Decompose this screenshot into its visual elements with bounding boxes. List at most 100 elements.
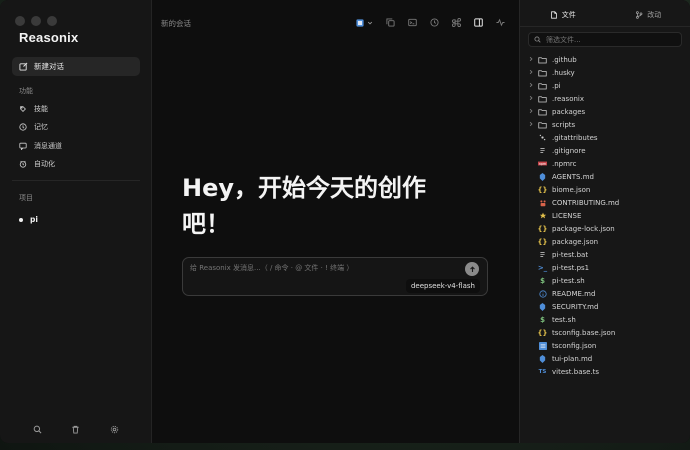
file-row[interactable]: AGENTS.md: [528, 170, 688, 183]
chevron-right-icon[interactable]: [528, 82, 537, 90]
shell-script-icon: $: [540, 315, 545, 324]
file-name: .gitattributes: [552, 133, 598, 142]
file-row[interactable]: CONTRIBUTING.md: [528, 196, 688, 209]
tab-files[interactable]: 文件: [550, 10, 576, 20]
file-explorer-panel: 文件 改动 .github .husky .pi .reasonix packages s…: [519, 0, 690, 443]
file-name: pi-test.ps1: [552, 263, 590, 272]
main-toolbar: [356, 18, 505, 27]
sidebar-divider: [12, 180, 140, 181]
chevron-right-icon[interactable]: [528, 69, 537, 77]
send-button[interactable]: [465, 262, 479, 276]
arrow-up-icon: [469, 265, 475, 272]
markdown-icon: [537, 172, 548, 181]
copy-icon[interactable]: [386, 18, 395, 27]
typescript-icon: TS: [538, 368, 547, 375]
file-name: CONTRIBUTING.md: [552, 198, 620, 207]
minimize-window-button[interactable]: [31, 16, 41, 26]
features-section-label: 功能: [19, 87, 33, 95]
svg-text:npm: npm: [539, 162, 546, 166]
folder-icon: [537, 69, 548, 77]
folder-row[interactable]: .pi: [528, 79, 688, 92]
file-row[interactable]: .gitattributes: [528, 131, 688, 144]
file-row[interactable]: $ pi-test.sh: [528, 274, 688, 287]
file-filter-input[interactable]: [546, 35, 666, 44]
file-row[interactable]: SECURITY.md: [528, 300, 688, 313]
toggle-right-panel-icon[interactable]: [474, 18, 483, 27]
tab-divider: [520, 26, 690, 27]
markdown-icon: [537, 302, 548, 311]
info-icon: [537, 289, 548, 298]
chevron-right-icon[interactable]: [528, 108, 537, 116]
text-file-icon: [537, 251, 548, 258]
file-tree: .github .husky .pi .reasonix packages scripts…: [528, 53, 688, 378]
close-window-button[interactable]: [15, 16, 25, 26]
file-name: scripts: [552, 120, 576, 129]
folder-icon: [537, 108, 548, 116]
file-row[interactable]: $ test.sh: [528, 313, 688, 326]
folder-icon: [537, 121, 548, 129]
json-icon: {}: [537, 185, 548, 194]
file-name: pi-test.bat: [552, 250, 589, 259]
folder-row[interactable]: scripts: [528, 118, 688, 131]
model-selector[interactable]: deepseek-v4-flash: [405, 279, 480, 293]
search-icon: [534, 36, 541, 43]
search-icon[interactable]: [33, 425, 42, 434]
file-row[interactable]: >_ pi-test.ps1: [528, 261, 688, 274]
file-row[interactable]: LICENSE: [528, 209, 688, 222]
history-icon[interactable]: [430, 18, 439, 27]
sidebar-item-label: 技能: [34, 105, 48, 113]
sidebar-item-label: 自动化: [34, 160, 55, 168]
file-row[interactable]: {} package.json: [528, 235, 688, 248]
text-file-icon: [537, 147, 548, 154]
file-name: tsconfig.base.json: [552, 328, 616, 337]
activity-icon[interactable]: [496, 18, 505, 27]
message-input[interactable]: [190, 264, 450, 272]
command-icon[interactable]: [452, 18, 461, 27]
file-row[interactable]: npm .npmrc: [528, 157, 688, 170]
workspace-picker-button[interactable]: [356, 18, 373, 27]
chevron-right-icon[interactable]: [528, 121, 537, 129]
message-channel-icon: [19, 142, 27, 150]
folder-row[interactable]: packages: [528, 105, 688, 118]
sidebar-item-automation[interactable]: 自动化: [19, 159, 55, 169]
maximize-window-button[interactable]: [47, 16, 57, 26]
sidebar-item-memory[interactable]: 记忆: [19, 122, 48, 132]
file-row[interactable]: TS vitest.base.ts: [528, 365, 688, 378]
file-row[interactable]: {} tsconfig.base.json: [528, 326, 688, 339]
license-icon: [537, 212, 548, 220]
chevron-right-icon[interactable]: [528, 56, 537, 64]
message-composer: deepseek-v4-flash: [182, 257, 488, 296]
terminal-icon[interactable]: [408, 18, 417, 27]
new-chat-button[interactable]: 新建对话: [12, 57, 140, 76]
sidebar-item-project-pi[interactable]: pi: [19, 215, 38, 224]
file-row[interactable]: tsconfig.json: [528, 339, 688, 352]
file-name: biome.json: [552, 185, 591, 194]
gear-icon[interactable]: [110, 425, 119, 434]
tab-changes-label: 改动: [647, 11, 662, 19]
file-name: tsconfig.json: [552, 341, 597, 350]
json-icon: {}: [537, 328, 548, 337]
file-row[interactable]: pi-test.bat: [528, 248, 688, 261]
file-row[interactable]: {} biome.json: [528, 183, 688, 196]
file-row[interactable]: tui-plan.md: [528, 352, 688, 365]
file-row[interactable]: {} package-lock.json: [528, 222, 688, 235]
folder-icon: [537, 95, 548, 103]
sidebar-item-message-channel[interactable]: 消息通道: [19, 141, 62, 151]
file-name: .husky: [552, 68, 575, 77]
tab-changes[interactable]: 改动: [635, 10, 661, 20]
file-name: pi-test.sh: [552, 276, 585, 285]
file-row[interactable]: README.md: [528, 287, 688, 300]
folder-row[interactable]: .husky: [528, 66, 688, 79]
new-chat-label: 新建对话: [34, 62, 64, 71]
markdown-icon: [537, 354, 548, 363]
sidebar-item-skills[interactable]: 技能: [19, 104, 48, 114]
folder-row[interactable]: .reasonix: [528, 92, 688, 105]
file-row[interactable]: .gitignore: [528, 144, 688, 157]
trash-icon[interactable]: [71, 425, 80, 434]
folder-row[interactable]: .github: [528, 53, 688, 66]
chevron-right-icon[interactable]: [528, 95, 537, 103]
file-name: AGENTS.md: [552, 172, 594, 181]
json-icon: {}: [537, 237, 548, 246]
welcome-heading: Hey，开始今天的创作 吧！: [182, 170, 482, 242]
window-controls: [15, 16, 57, 26]
